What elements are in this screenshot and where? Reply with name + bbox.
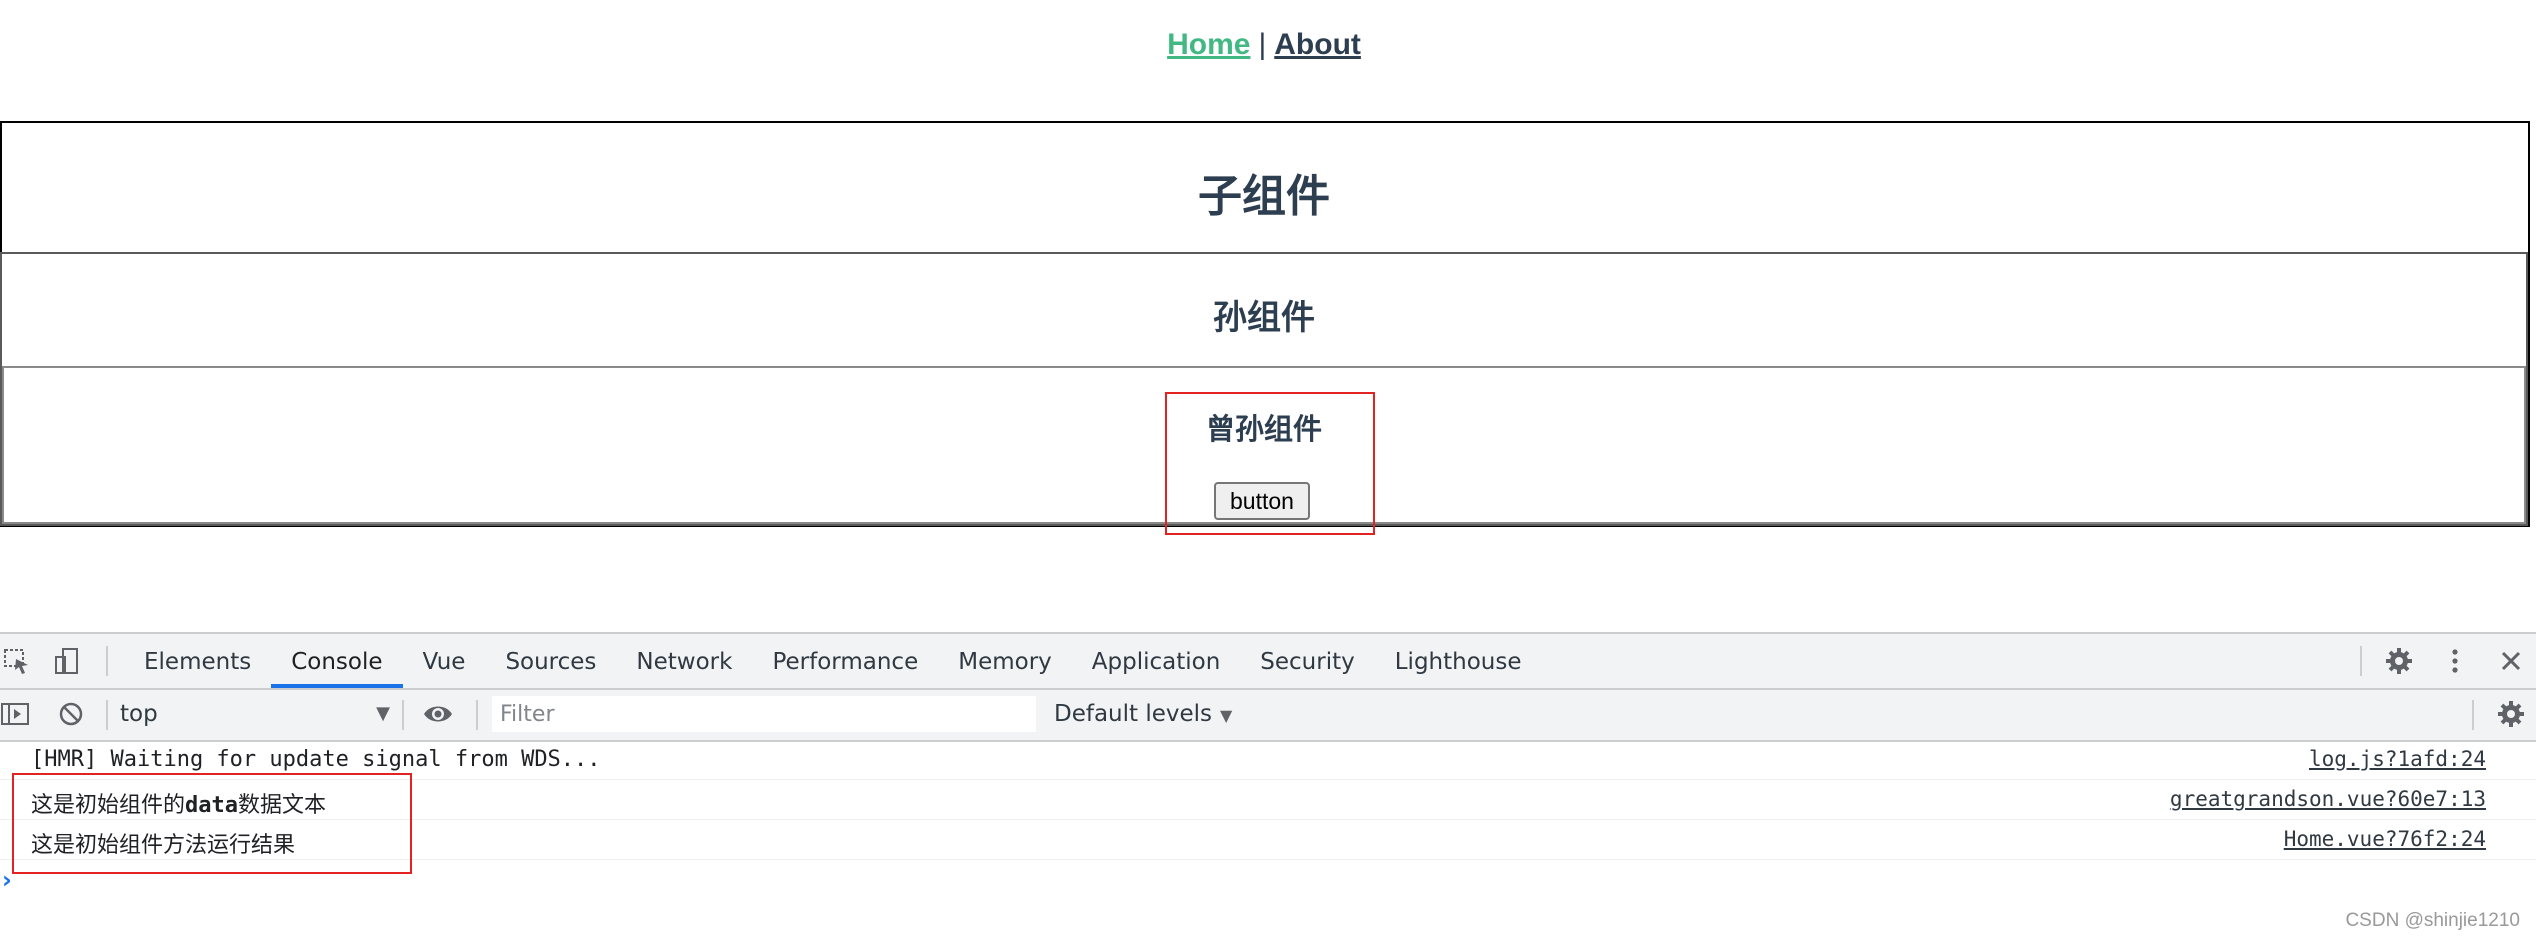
more-icon[interactable] bbox=[2440, 647, 2470, 675]
tab-sources[interactable]: Sources bbox=[485, 634, 616, 688]
tab-network[interactable]: Network bbox=[616, 634, 752, 688]
dropdown-arrow-icon: ▼ bbox=[1220, 706, 1233, 725]
nav-link-home[interactable]: Home bbox=[1167, 28, 1250, 61]
toolbar-divider bbox=[402, 700, 404, 730]
context-selector[interactable]: top ▼ bbox=[120, 696, 390, 732]
sidebar-toggle-icon[interactable] bbox=[0, 700, 30, 728]
console-filter-input[interactable] bbox=[492, 696, 1036, 732]
log-source-link[interactable]: greatgrandson.vue?60e7:13 bbox=[2170, 787, 2486, 811]
device-toggle-icon[interactable] bbox=[52, 647, 82, 675]
log-source-link[interactable]: Home.vue?76f2:24 bbox=[2284, 827, 2486, 851]
log-levels-dropdown[interactable]: Default levels ▼ bbox=[1054, 696, 1232, 732]
tab-security[interactable]: Security bbox=[1240, 634, 1374, 688]
toolbar-divider bbox=[106, 700, 108, 730]
log-source-link[interactable]: log.js?1afd:24 bbox=[2309, 747, 2486, 771]
tab-memory[interactable]: Memory bbox=[938, 634, 1072, 688]
nav-link-about[interactable]: About bbox=[1274, 28, 1361, 61]
devtools-tab-bar: Elements Console Vue Sources Network Per… bbox=[0, 634, 2536, 690]
watermark: CSDN @shinjie1210 bbox=[2345, 910, 2520, 931]
console-prompt-icon[interactable]: › bbox=[2, 866, 12, 894]
console-settings-icon[interactable] bbox=[2496, 700, 2526, 728]
eye-icon[interactable] bbox=[422, 700, 452, 728]
toolbar-divider bbox=[106, 646, 108, 676]
log-levels-label: Default levels bbox=[1054, 701, 1213, 727]
tab-console[interactable]: Console bbox=[271, 634, 403, 688]
child-component-title: 子组件 bbox=[1198, 171, 1330, 222]
log-message: [HMR] Waiting for update signal from WDS… bbox=[31, 747, 601, 772]
devtools-tabs: Elements Console Vue Sources Network Per… bbox=[124, 634, 1542, 688]
context-value: top bbox=[120, 701, 158, 727]
grandchild-component-title: 孙组件 bbox=[1213, 298, 1315, 338]
nav-bar: Home | About bbox=[0, 28, 2528, 62]
tab-lighthouse[interactable]: Lighthouse bbox=[1375, 634, 1542, 688]
nav-separator: | bbox=[1258, 28, 1267, 61]
tab-vue[interactable]: Vue bbox=[403, 634, 486, 688]
tab-performance[interactable]: Performance bbox=[752, 634, 938, 688]
toolbar-divider bbox=[476, 700, 478, 730]
highlight-box-console-logs bbox=[12, 773, 412, 874]
tab-elements[interactable]: Elements bbox=[124, 634, 271, 688]
settings-icon[interactable] bbox=[2384, 647, 2414, 675]
dropdown-arrow-icon: ▼ bbox=[376, 703, 390, 724]
toolbar-divider bbox=[2472, 700, 2474, 730]
toolbar-divider bbox=[2360, 646, 2362, 676]
clear-console-icon[interactable] bbox=[56, 700, 86, 728]
close-icon[interactable] bbox=[2496, 647, 2526, 675]
console-toolbar: top ▼ Default levels ▼ bbox=[0, 690, 2536, 742]
inspect-icon[interactable] bbox=[2, 647, 32, 675]
tab-application[interactable]: Application bbox=[1072, 634, 1241, 688]
highlight-box-greatgrandson bbox=[1165, 392, 1375, 535]
